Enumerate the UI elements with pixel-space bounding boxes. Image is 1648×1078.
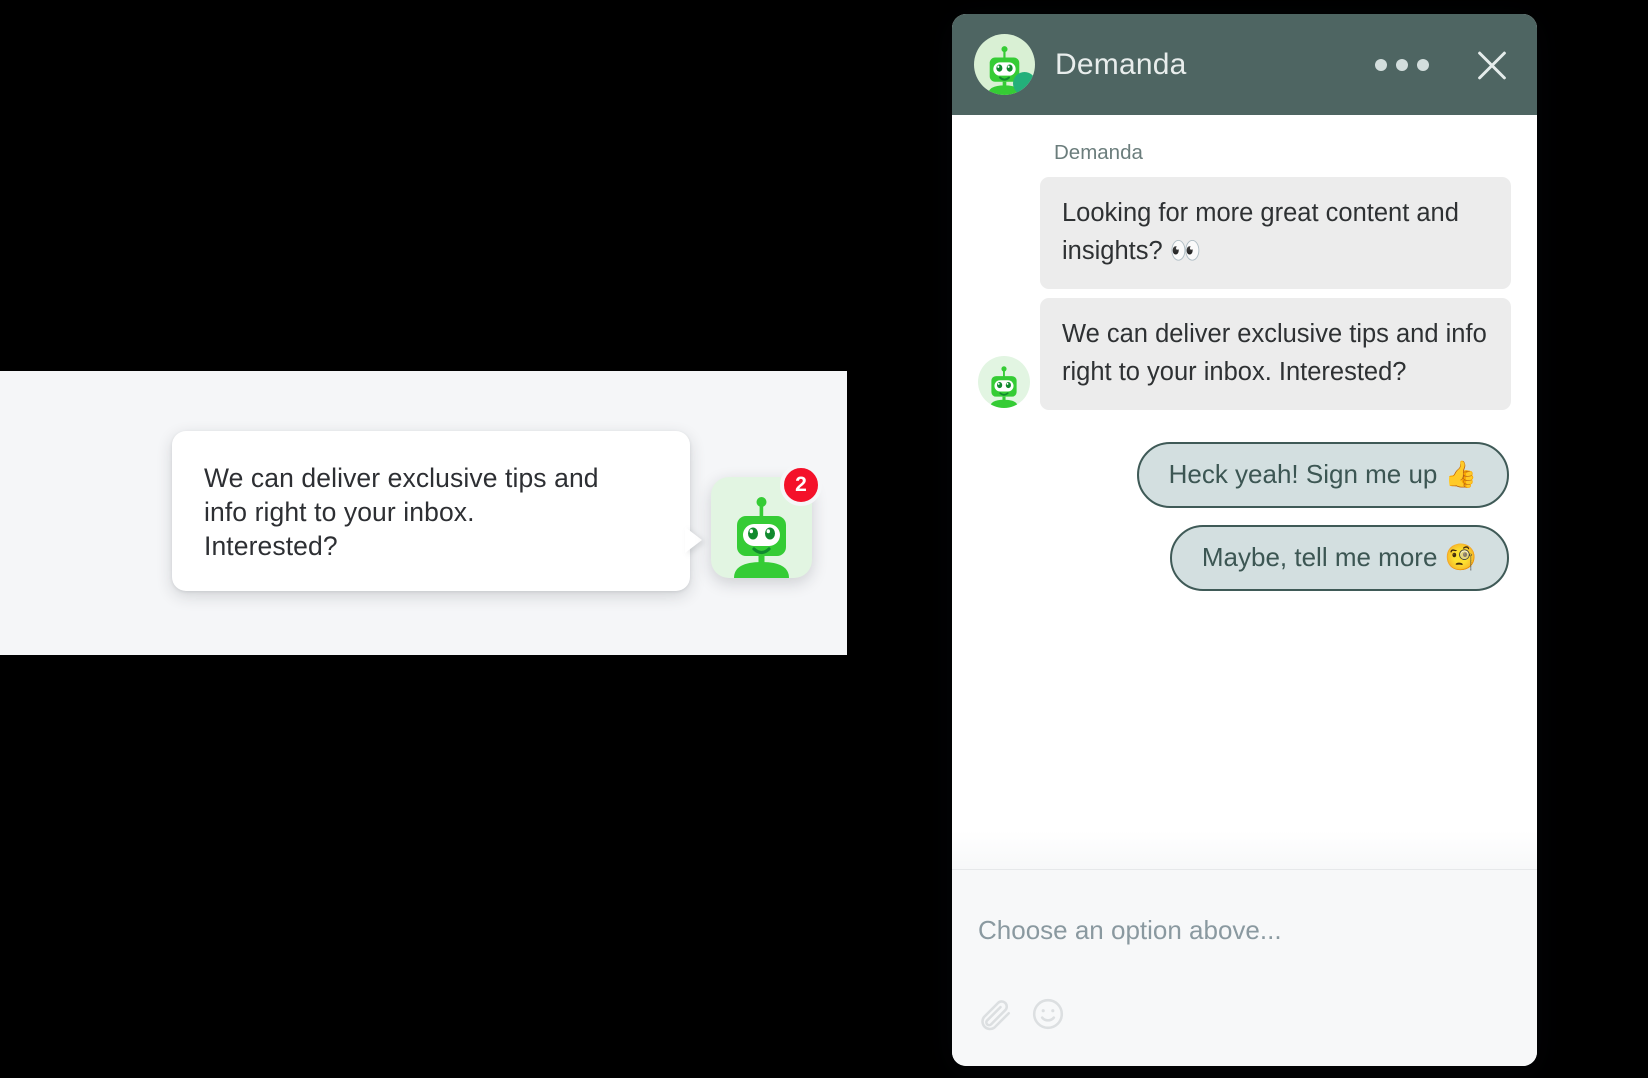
message-avatar-slot <box>978 356 1040 410</box>
composer-tools <box>978 996 1066 1032</box>
message-bubble: We can deliver exclusive tips and info r… <box>1040 298 1511 410</box>
paperclip-icon[interactable] <box>978 996 1014 1032</box>
unread-count-badge: 2 <box>780 464 822 506</box>
ellipsis-dot <box>1375 58 1387 71</box>
chat-window: Demanda Demanda Looking for more great c… <box>952 14 1537 1066</box>
chat-header: Demanda <box>952 14 1537 115</box>
ellipsis-dot <box>1396 58 1408 71</box>
message-input[interactable] <box>976 914 1517 947</box>
message-row: We can deliver exclusive tips and info r… <box>978 298 1511 410</box>
scroll-fade-overlay <box>952 831 1537 869</box>
greeting-bubble-tail <box>685 527 702 553</box>
greeting-preview-strip: We can deliver exclusive tips and info r… <box>0 371 847 655</box>
greeting-bubble-text: We can deliver exclusive tips and info r… <box>204 463 599 561</box>
quick-reply-options: Heck yeah! Sign me up 👍 Maybe, tell me m… <box>978 442 1511 591</box>
header-avatar <box>974 34 1035 95</box>
quick-reply-option-1[interactable]: Heck yeah! Sign me up 👍 <box>1136 442 1509 508</box>
chat-title: Demanda <box>1055 47 1187 81</box>
ellipsis-horizontal-icon[interactable] <box>1367 49 1437 81</box>
robot-avatar-icon <box>989 366 1019 408</box>
message-avatar <box>978 356 1030 408</box>
ellipsis-dot <box>1417 58 1429 71</box>
unread-count-value: 2 <box>795 473 807 496</box>
message-row: Looking for more great content and insig… <box>978 177 1511 289</box>
online-status-dot <box>1013 72 1035 95</box>
close-icon[interactable] <box>1471 44 1513 86</box>
message-bubble: Looking for more great content and insig… <box>1040 177 1511 289</box>
message-composer <box>952 869 1537 1066</box>
preview-panel: We can deliver exclusive tips and info r… <box>0 0 908 1078</box>
smiley-face-icon[interactable] <box>1030 996 1066 1032</box>
message-list: Demanda Looking for more great content a… <box>952 115 1537 869</box>
message-sender-label: Demanda <box>1054 141 1143 164</box>
greeting-row: We can deliver exclusive tips and info r… <box>172 431 822 596</box>
greeting-bubble[interactable]: We can deliver exclusive tips and info r… <box>172 431 690 591</box>
quick-reply-option-2[interactable]: Maybe, tell me more 🧐 <box>1169 525 1509 591</box>
